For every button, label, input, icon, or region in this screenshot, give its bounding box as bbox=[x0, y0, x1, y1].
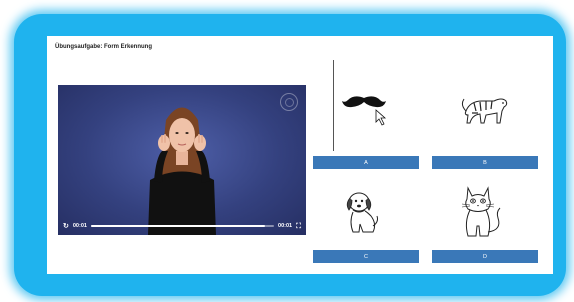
answer-button-b[interactable]: B bbox=[432, 156, 538, 169]
dog-image bbox=[346, 192, 378, 233]
video-duration: 00:01 bbox=[278, 223, 293, 229]
page-title: Übungsaufgabe: Form Erkennung bbox=[55, 44, 153, 50]
video-controls: ↻ 00:01 00:01 ⛶ bbox=[58, 217, 306, 235]
video-current-time: 00:01 bbox=[72, 223, 87, 229]
video-player[interactable]: ↻ 00:01 00:01 ⛶ bbox=[58, 85, 306, 235]
fullscreen-icon[interactable]: ⛶ bbox=[296, 223, 301, 230]
mustache-image bbox=[342, 96, 387, 126]
signer-figure bbox=[148, 107, 216, 235]
cat-image bbox=[461, 186, 501, 237]
answer-button-a[interactable]: A bbox=[313, 156, 419, 169]
answer-button-c[interactable]: C bbox=[313, 250, 419, 263]
video-progress-fill bbox=[90, 224, 265, 228]
answer-button-d[interactable]: D bbox=[432, 250, 538, 263]
tiger-image bbox=[461, 98, 508, 124]
replay-icon[interactable]: ↻ bbox=[63, 223, 69, 230]
video-progress-bar[interactable] bbox=[90, 224, 275, 228]
divider bbox=[333, 60, 334, 151]
